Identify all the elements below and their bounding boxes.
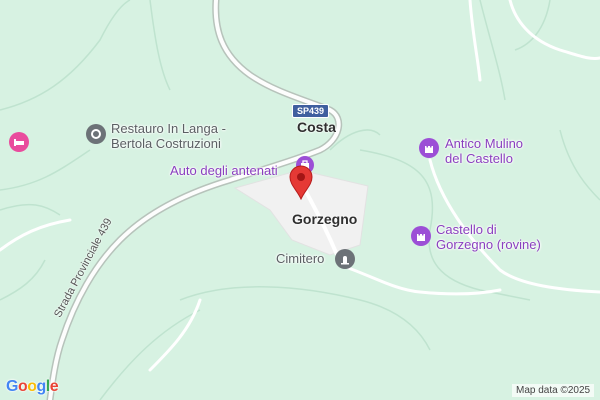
poi-label-restauro[interactable]: Restauro In Langa - Bertola Costruzioni (111, 121, 226, 151)
castle-icon[interactable] (419, 138, 439, 158)
hotel-icon[interactable] (9, 132, 29, 152)
poi-label-castello[interactable]: Castello di Gorzegno (rovine) (436, 222, 541, 252)
poi-castello-line1: Castello di (436, 222, 497, 237)
poi-restauro-line2: Bertola Costruzioni (111, 136, 221, 151)
town-label-costa[interactable]: Costa (297, 119, 336, 135)
google-logo: Google (6, 378, 59, 395)
town-label-gorzegno[interactable]: Gorzegno (292, 211, 357, 227)
location-marker-icon[interactable] (287, 164, 315, 200)
map-attribution[interactable]: Map data ©2025 (512, 384, 595, 397)
poi-mulino-line2: del Castello (445, 151, 513, 166)
cemetery-icon[interactable] (335, 249, 355, 269)
poi-label-mulino[interactable]: Antico Mulino del Castello (445, 136, 523, 166)
poi-castello-line2: Gorzegno (rovine) (436, 237, 541, 252)
poi-label-antenati[interactable]: Auto degli antenati (170, 163, 278, 178)
road-shield-sp439: SP439 (292, 104, 330, 118)
castle-icon[interactable] (411, 226, 431, 246)
map-base-layer (0, 0, 600, 400)
poi-mulino-line1: Antico Mulino (445, 136, 524, 151)
map-canvas[interactable]: SP439 Costa Gorzegno Strada Provinciale … (0, 0, 600, 400)
pin-circle-icon[interactable] (86, 124, 106, 144)
poi-restauro-line1: Restauro In Langa - (111, 121, 226, 136)
poi-label-cimitero[interactable]: Cimitero (276, 251, 324, 266)
